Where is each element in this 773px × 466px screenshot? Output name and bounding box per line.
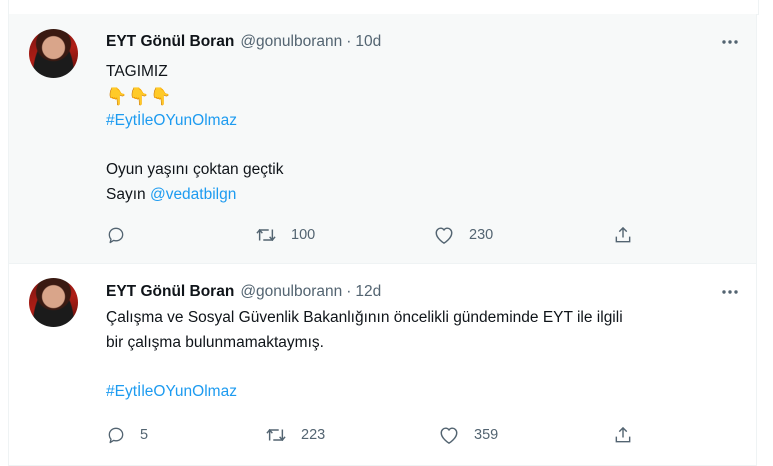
tweet[interactable]: EYT Gönül Boran @gonulborann · 10d TAGIM… (8, 14, 757, 264)
text-segment: Sayın (106, 185, 150, 203)
share-icon (613, 225, 633, 245)
text-segment: Çalışma ve Sosyal Güvenlik Bakanlığının … (106, 309, 623, 326)
like-button[interactable]: 230 (433, 223, 493, 247)
retweet-count: 223 (301, 427, 326, 443)
tweet-header: EYT Gönül Boran @gonulborann · 10d (106, 31, 381, 53)
previous-tweet-edge (8, 0, 759, 15)
timeline: EYT Gönül Boran @gonulborann · 10d TAGIM… (0, 0, 773, 466)
text-line: Çalışma ve Sosyal Güvenlik Bakanlığının … (106, 306, 736, 331)
retweet-icon (265, 425, 287, 445)
display-name[interactable]: EYT Gönül Boran (106, 283, 234, 301)
tweet-text: Çalışma ve Sosyal Güvenlik Bakanlığının … (106, 306, 736, 404)
separator-dot: · (346, 283, 352, 300)
like-count: 359 (474, 427, 499, 443)
reply-button[interactable]: 5 (106, 423, 148, 447)
display-name[interactable]: EYT Gönül Boran (106, 33, 234, 51)
text-segment: TAGIMIZ (106, 63, 168, 80)
timestamp[interactable]: 12d (355, 283, 381, 301)
text-line: #EytİleOYunOlmaz (106, 109, 736, 134)
heart-icon (438, 425, 460, 445)
avatar[interactable] (29, 278, 78, 327)
text-line: Sayın @vedatbilgn (106, 183, 736, 208)
retweet-icon (255, 225, 277, 245)
text-segment: Oyun yaşını çoktan geçtik (106, 161, 284, 178)
hashtag-link[interactable]: #EytİleOYunOlmaz (106, 112, 237, 129)
more-dots-icon[interactable] (720, 32, 740, 52)
timestamp[interactable]: 10d (355, 33, 381, 51)
share-button[interactable] (613, 423, 633, 447)
text-line: Oyun yaşını çoktan geçtik (106, 158, 736, 183)
like-button[interactable]: 359 (438, 423, 498, 447)
separator-dot: · (346, 33, 352, 50)
tweet-header: EYT Gönül Boran @gonulborann · 12d (106, 281, 381, 303)
more-dots-icon[interactable] (720, 282, 740, 302)
text-line: TAGIMIZ (106, 60, 736, 85)
user-handle[interactable]: @gonulborann (240, 283, 342, 301)
reply-count: 5 (140, 427, 149, 443)
reply-button[interactable] (106, 223, 140, 247)
user-handle[interactable]: @gonulborann (240, 33, 342, 51)
tweet-actions: 100 230 (106, 223, 646, 247)
tweet-text: TAGIMIZ 👇👇👇 #EytİleOYunOlmaz Oyun yaşını… (106, 60, 736, 207)
text-line: #EytİleOYunOlmaz (106, 380, 736, 405)
tweet-actions: 5 223 359 (106, 423, 646, 447)
heart-icon (433, 225, 455, 245)
hashtag-link[interactable]: #EytİleOYunOlmaz (106, 383, 237, 400)
share-icon (613, 425, 633, 445)
emoji-line: 👇👇👇 (106, 86, 173, 106)
mention-link[interactable]: @vedatbilgn (150, 186, 236, 203)
retweet-button[interactable]: 223 (265, 423, 325, 447)
reply-icon (106, 425, 126, 445)
tweet[interactable]: EYT Gönül Boran @gonulborann · 12d Çalış… (8, 264, 757, 466)
text-segment: bir çalışma bulunmamaktaymış. (106, 333, 324, 351)
text-line: bir çalışma bulunmamaktaymış. (106, 331, 736, 356)
like-count: 230 (469, 227, 494, 243)
retweet-button[interactable]: 100 (255, 223, 315, 247)
avatar[interactable] (29, 29, 78, 78)
share-button[interactable] (613, 223, 633, 247)
reply-icon (106, 225, 126, 245)
retweet-count: 100 (291, 227, 316, 243)
